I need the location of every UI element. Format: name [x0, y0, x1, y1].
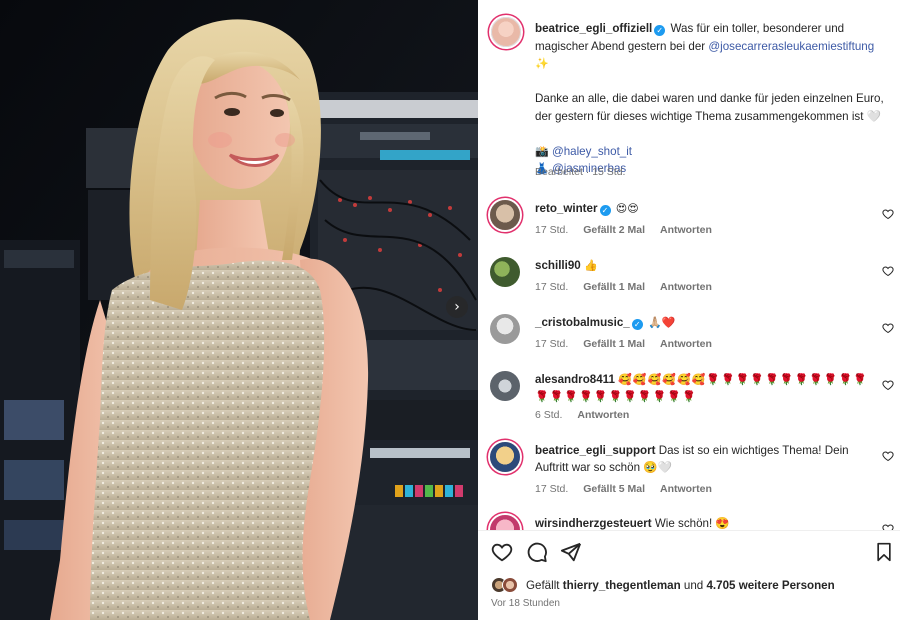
likes-prefix: Gefällt — [526, 578, 560, 592]
comment-text: Wie schön! 😍 — [654, 517, 730, 530]
comment-heart-icon[interactable] — [882, 265, 894, 277]
reply-button[interactable]: Antworten — [660, 483, 712, 495]
heart-icon[interactable] — [491, 541, 513, 563]
comment-time: 17 Std. — [535, 338, 569, 350]
comment-time: 17 Std. — [535, 483, 569, 495]
comment-heart-icon[interactable] — [882, 208, 894, 220]
caption-mention-link[interactable]: @josecarrerasleukaemiestiftung — [708, 40, 874, 53]
share-icon[interactable] — [560, 541, 582, 563]
comment-time: 17 Std. — [535, 224, 569, 236]
liker-avatars — [491, 577, 521, 593]
reply-button[interactable]: Antworten — [660, 224, 712, 236]
comment-username[interactable]: beatrice_egli_support — [535, 444, 655, 457]
camera-emoji: 📸 — [535, 144, 549, 158]
comment-text: 🙏🏼❤️ — [647, 316, 676, 329]
comment-username[interactable]: _cristobalmusic_ — [535, 316, 630, 329]
likes-user[interactable]: thierry_thegentleman — [563, 579, 681, 592]
likes-middle: und — [683, 578, 704, 592]
reply-button[interactable]: Antworten — [660, 338, 712, 350]
comment-text: 😍😍 — [615, 202, 639, 215]
verified-badge-icon: ✓ — [631, 319, 643, 330]
author-username[interactable]: beatrice_egli_offiziell — [535, 22, 652, 35]
sparkles-emoji: ✨ — [535, 57, 549, 70]
reply-button[interactable]: Antworten — [577, 409, 629, 421]
comment-likes[interactable]: Gefällt 1 Mal — [583, 338, 645, 350]
verified-badge-icon: ✓ — [599, 205, 611, 216]
credit-photographer-link[interactable]: @haley_shot_it — [552, 145, 632, 158]
author-avatar[interactable] — [491, 17, 521, 47]
reply-button[interactable]: Antworten — [660, 281, 712, 293]
comment-likes[interactable]: Gefällt 5 Mal — [583, 483, 645, 495]
likes-count[interactable]: 4.705 weitere Personen — [706, 579, 834, 592]
post-photo[interactable]: › — [0, 0, 478, 620]
comment-icon[interactable] — [526, 541, 548, 563]
verified-badge-icon: ✓ — [654, 25, 666, 36]
caption-text-2: Danke an alle, die dabei waren und danke… — [535, 92, 884, 123]
photo-image — [0, 0, 478, 620]
comment-username[interactable]: alesandro8411 — [535, 373, 615, 386]
commenter-avatar[interactable] — [490, 314, 520, 344]
commenter-avatar[interactable] — [490, 257, 520, 287]
comment-text: 👍 — [584, 259, 598, 272]
comment-heart-icon[interactable] — [882, 523, 894, 530]
comments-scroll-area[interactable]: beatrice_egli_offiziell ✓ Was für ein tol… — [478, 0, 900, 530]
likes-summary[interactable]: Gefällt thierry_thegentleman und 4.705 w… — [491, 577, 835, 593]
commenter-avatar[interactable] — [490, 371, 520, 401]
comment-username[interactable]: reto_winter — [535, 202, 598, 215]
comment-username[interactable]: wirsindherzgesteuert — [535, 517, 652, 530]
comment-username[interactable]: schilli90 — [535, 259, 581, 272]
comment-heart-icon[interactable] — [882, 450, 894, 462]
caption-meta: Bearbeitet · 15 Std. — [535, 166, 626, 178]
comment-heart-icon[interactable] — [882, 322, 894, 334]
comment-likes[interactable]: Gefällt 1 Mal — [583, 281, 645, 293]
comment-time: 17 Std. — [535, 281, 569, 293]
commenter-avatar[interactable] — [490, 200, 520, 230]
comment-heart-icon[interactable] — [882, 379, 894, 391]
post-detail-panel: beatrice_egli_offiziell ✓ Was für ein tol… — [478, 0, 900, 620]
next-photo-button[interactable]: › — [446, 296, 468, 318]
bookmark-icon[interactable] — [874, 541, 894, 563]
comment-likes[interactable]: Gefällt 2 Mal — [583, 224, 645, 236]
post-time-ago: Vor 18 Stunden — [491, 598, 560, 609]
commenter-avatar[interactable] — [490, 442, 520, 472]
comment-time: 6 Std. — [535, 409, 563, 421]
post-caption: beatrice_egli_offiziell ✓ Was für ein tol… — [535, 20, 891, 178]
post-actions-bar: Gefällt thierry_thegentleman und 4.705 w… — [478, 530, 900, 620]
commenter-avatar[interactable] — [490, 515, 520, 530]
